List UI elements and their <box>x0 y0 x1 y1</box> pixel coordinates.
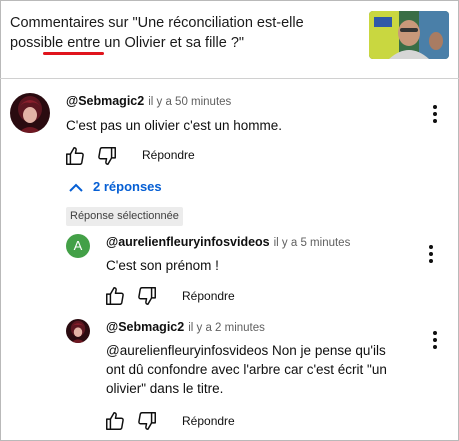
comments-header: Commentaires sur "Une réconciliation est… <box>0 0 459 79</box>
thumbs-down-icon[interactable] <box>136 410 158 432</box>
comment-text: C'est pas un olivier c'est un homme. <box>66 118 282 133</box>
comment-timestamp[interactable]: il y a 2 minutes <box>188 322 265 334</box>
author-name[interactable]: @Sebmagic2 <box>66 94 144 108</box>
thumbs-down-icon[interactable] <box>136 285 158 307</box>
reply-button[interactable]: Répondre <box>142 148 195 162</box>
replies-toggle-button[interactable]: 2 réponses <box>69 179 162 194</box>
reply-button[interactable]: Répondre <box>182 414 235 428</box>
more-options-icon[interactable] <box>428 245 434 263</box>
avatar[interactable] <box>66 319 90 343</box>
replies-count[interactable]: 2 réponses <box>93 179 162 194</box>
thumbs-up-icon[interactable] <box>104 285 126 307</box>
thumbs-up-icon[interactable] <box>64 145 86 167</box>
reply-button[interactable]: Répondre <box>182 289 235 303</box>
video-thumbnail[interactable] <box>369 11 449 59</box>
comment-author[interactable]: @aurelienfleuryinfosvideos il y a 5 minut… <box>106 235 350 249</box>
comment-timestamp[interactable]: il y a 5 minutes <box>274 237 351 249</box>
comments-title: Commentaires sur "Une réconciliation est… <box>10 15 304 51</box>
author-name[interactable]: @aurelienfleuryinfosvideos <box>106 235 270 249</box>
comment-author[interactable]: @Sebmagic2 il y a 50 minutes <box>66 94 231 108</box>
chevron-up-icon <box>69 183 83 192</box>
comment-timestamp[interactable]: il y a 50 minutes <box>148 96 231 108</box>
comment-text-line: olivier" dans le titre. <box>106 381 224 396</box>
avatar[interactable] <box>10 93 50 133</box>
comment-author[interactable]: @Sebmagic2 il y a 2 minutes <box>106 320 265 334</box>
comment-text: C'est son prénom ! <box>106 258 219 273</box>
author-name[interactable]: @Sebmagic2 <box>106 320 184 334</box>
selected-reply-badge: Réponse sélectionnée <box>66 207 183 226</box>
comment-text-line: ont dû confondre avec l'arbre car c'est … <box>106 362 387 377</box>
thumbs-up-icon[interactable] <box>104 410 126 432</box>
red-underline-annotation <box>43 52 104 55</box>
comment-text-line: @aurelienfleuryinfosvideos Non je pense … <box>106 343 386 358</box>
avatar[interactable]: A <box>66 234 90 258</box>
thumbs-down-icon[interactable] <box>96 145 118 167</box>
more-options-icon[interactable] <box>432 331 438 349</box>
more-options-icon[interactable] <box>432 105 438 123</box>
